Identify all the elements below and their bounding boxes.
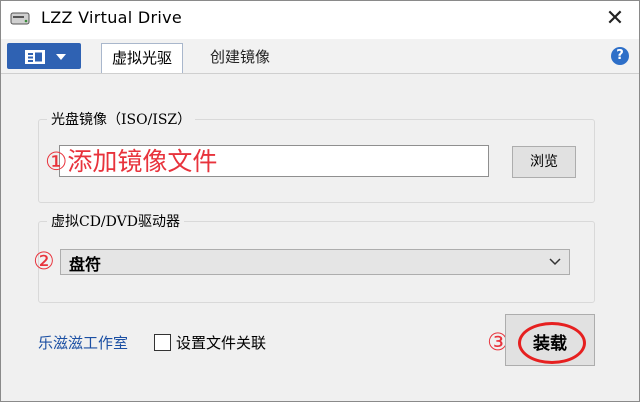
file-association-label: 设置文件关联: [176, 334, 267, 352]
tab-create-image[interactable]: 创建镜像: [200, 43, 280, 71]
studio-link[interactable]: 乐滋滋工作室: [38, 332, 128, 353]
mount-button[interactable]: 装载: [505, 314, 595, 366]
iso-path-input[interactable]: ①添加镜像文件: [45, 145, 489, 177]
drive-select-value: 盘符: [69, 255, 102, 274]
window-title: LZZ Virtual Drive: [41, 8, 183, 27]
tab-virtual-drive[interactable]: 虚拟光驱: [101, 43, 184, 73]
app-window: LZZ Virtual Drive ✕ 虚拟光驱 创建镜像 ? 光盘镜像（ISO…: [0, 0, 640, 402]
chevron-down-icon: [56, 54, 66, 60]
drive-letter-select[interactable]: 盘符: [60, 249, 570, 275]
menu-button[interactable]: [7, 43, 81, 69]
help-icon[interactable]: ?: [611, 47, 629, 65]
file-association-checkbox[interactable]: [154, 334, 171, 351]
drive-icon: [10, 11, 30, 27]
main-panel: 光盘镜像（ISO/ISZ） ①添加镜像文件 浏览 虚拟CD/DVD驱动器 ② 盘…: [1, 74, 639, 401]
title-bar: LZZ Virtual Drive ✕: [1, 1, 639, 37]
iso-image-group: 光盘镜像（ISO/ISZ） ①添加镜像文件 浏览: [38, 109, 595, 203]
add-image-annotation: ①添加镜像文件: [45, 147, 218, 176]
mount-label: 装载: [533, 334, 567, 354]
tab-bar: 虚拟光驱 创建镜像 ?: [1, 39, 639, 74]
close-icon[interactable]: ✕: [601, 5, 629, 33]
drive-group-label: 虚拟CD/DVD驱动器: [47, 211, 184, 231]
menu-icon: [25, 49, 45, 68]
browse-button[interactable]: 浏览: [512, 146, 576, 178]
iso-group-label: 光盘镜像（ISO/ISZ）: [47, 109, 196, 129]
step-2-annotation: ②: [33, 247, 55, 275]
drive-group: 虚拟CD/DVD驱动器 ② 盘符: [33, 211, 595, 303]
chevron-down-icon: [547, 253, 563, 269]
